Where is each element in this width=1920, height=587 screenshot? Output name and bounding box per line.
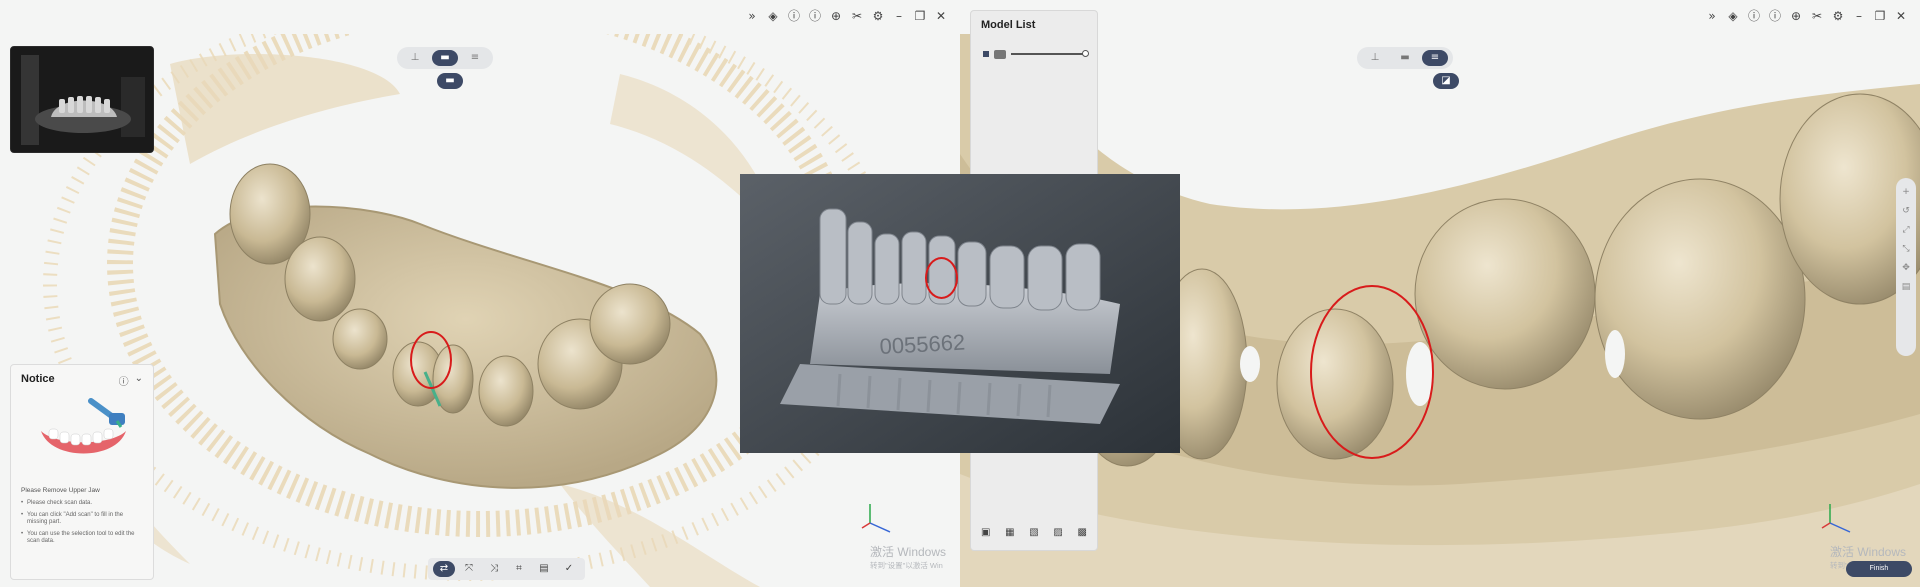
help-icon[interactable]: ⓘ — [808, 8, 822, 24]
export-icon[interactable]: ▣ — [981, 527, 990, 538]
target-icon[interactable]: ⊕ — [829, 8, 843, 24]
expand-icon[interactable]: » — [1705, 8, 1719, 24]
minimize-icon[interactable]: – — [892, 8, 906, 24]
restore-icon[interactable]: ❐ — [913, 8, 927, 24]
view-mode-toggle: ⊥ ▬ ≡ — [1357, 47, 1453, 69]
minimize-icon[interactable]: – — [1852, 8, 1866, 24]
info-icon[interactable]: ⓘ — [1747, 8, 1761, 24]
annotation-ellipse — [925, 257, 958, 299]
bottom-toolbar: ⇄ ⤧ ⤨ ⌗ ▤ ✓ — [428, 558, 585, 580]
notice-panel: Notice ⓘ ⌄ Please Remove Upper Jaw Pleas… — [10, 364, 154, 580]
zoom-area-icon[interactable]: ⤡ — [1896, 244, 1916, 254]
printed-model-photo: 0055662 — [740, 174, 1180, 453]
watermark-subtitle: 转到"设置"以激活 Win — [870, 561, 943, 570]
confirm-button[interactable]: ✓ — [558, 561, 580, 577]
layers-icon[interactable]: ▩ — [1078, 527, 1087, 538]
close-icon[interactable]: ✕ — [1894, 8, 1908, 24]
view-mode-list-button[interactable]: ≡ — [1422, 50, 1448, 66]
model-list-tools: ▣ ▦ ▧ ▨ ▩ — [981, 527, 1087, 538]
model-list-item[interactable] — [983, 47, 1089, 61]
annotation-ellipse — [410, 331, 452, 389]
info-icon[interactable]: ⓘ — [787, 8, 801, 24]
scan-mode-button[interactable]: ▤ — [533, 561, 555, 577]
selection-tool-button[interactable]: ⌗ — [508, 561, 530, 577]
pan-icon[interactable]: ✥ — [1896, 263, 1916, 273]
tools-icon[interactable]: ✂ — [1810, 8, 1824, 24]
window-controls: » ◈ ⓘ ⓘ ⊕ ✂ ⚙ – ❐ ✕ — [745, 8, 948, 24]
watermark-title: 激活 Windows — [1830, 545, 1907, 559]
merge-icon[interactable]: ▨ — [1053, 527, 1062, 538]
settings-icon[interactable]: ⚙ — [1831, 8, 1845, 24]
remove-jaw-illustration — [41, 398, 126, 454]
model-list-title: Model List — [981, 19, 1036, 31]
texture-icon[interactable]: ▤ — [1896, 282, 1916, 292]
copy-icon[interactable]: ▧ — [1029, 527, 1038, 538]
pin-icon[interactable]: ◈ — [766, 8, 780, 24]
model-thumbnail-icon — [994, 49, 1006, 59]
axis-indicator — [1821, 504, 1851, 533]
window-title-bar: » ◈ ⓘ ⓘ ⊕ ✂ ⚙ – ❐ ✕ — [0, 0, 960, 34]
annotation-ellipse — [1310, 285, 1434, 459]
window-controls: » ◈ ⓘ ⓘ ⊕ ✂ ⚙ – ❐ ✕ — [1705, 8, 1908, 24]
camera-feed-image — [11, 47, 153, 152]
notice-tip: You can click "Add scan" to fill in the … — [21, 512, 143, 527]
tooth-select-button[interactable]: ◪ — [1433, 73, 1459, 89]
settings-icon[interactable]: ⚙ — [871, 8, 885, 24]
window-title-bar: » ◈ ⓘ ⓘ ⊕ ✂ ⚙ – ❐ ✕ — [960, 0, 1920, 34]
notice-tip: Please check scan data. — [21, 500, 143, 508]
import-icon[interactable]: ▦ — [1005, 527, 1014, 538]
close-icon[interactable]: ✕ — [934, 8, 948, 24]
fit-view-icon[interactable]: ⤢ — [1896, 225, 1916, 235]
view-mode-split-button[interactable]: ⊥ — [1362, 50, 1388, 66]
notice-tips: Please check scan data. You can click "A… — [21, 500, 143, 546]
side-toolbar: + ↺ ⤢ ⤡ ✥ ▤ — [1896, 178, 1916, 356]
model-number: 0055662 — [879, 330, 966, 359]
view-mode-single-button[interactable]: ▬ — [1392, 50, 1418, 66]
restore-icon[interactable]: ❐ — [1873, 8, 1887, 24]
pin-icon[interactable]: ◈ — [1726, 8, 1740, 24]
view-mode-split-button[interactable]: ⊥ — [402, 50, 428, 66]
jaw-select-button[interactable]: ▬ — [437, 73, 463, 89]
trim-tool-button[interactable]: ⤧ — [458, 561, 480, 577]
visibility-checkbox[interactable] — [983, 51, 989, 57]
tools-icon[interactable]: ✂ — [850, 8, 864, 24]
zoom-in-icon[interactable]: + — [1896, 187, 1916, 197]
notice-tip: You can use the selection tool to edit t… — [21, 531, 143, 546]
transparency-slider[interactable] — [1011, 50, 1089, 57]
notice-message: Please Remove Upper Jaw — [21, 487, 100, 494]
expand-icon[interactable]: » — [745, 8, 759, 24]
printed-model-image: 0055662 — [740, 174, 1180, 453]
view-mode-list-button[interactable]: ≡ — [462, 50, 488, 66]
camera-preview — [10, 46, 154, 153]
axis-indicator — [861, 504, 891, 533]
help-icon[interactable]: ⓘ — [1768, 8, 1782, 24]
slider-handle[interactable] — [1082, 50, 1089, 57]
windows-activation-watermark: 激活 Windows 转到"设置"以激活 Win — [870, 545, 946, 573]
reset-view-icon[interactable]: ↺ — [1896, 206, 1916, 216]
finish-button[interactable]: Finish — [1846, 561, 1912, 577]
watermark-title: 激活 Windows — [870, 545, 947, 559]
lock-trim-button[interactable]: ⤨ — [483, 561, 505, 577]
swap-jaw-button[interactable]: ⇄ — [433, 561, 455, 577]
view-mode-single-button[interactable]: ▬ — [432, 50, 458, 66]
chevron-down-icon[interactable]: ⌄ — [135, 373, 143, 388]
view-mode-toggle: ⊥ ▬ ≡ — [397, 47, 493, 69]
info-icon[interactable]: ⓘ — [119, 373, 129, 388]
target-icon[interactable]: ⊕ — [1789, 8, 1803, 24]
